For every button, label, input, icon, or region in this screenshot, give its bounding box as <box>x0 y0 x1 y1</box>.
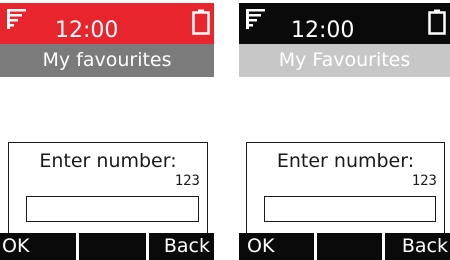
number-input-field[interactable] <box>26 196 199 222</box>
phone-screen-red: 12:00 My favourites Enter number: 123 OK… <box>0 3 214 260</box>
back-softkey[interactable]: Back <box>149 233 214 260</box>
middle-softkey[interactable] <box>317 233 382 260</box>
clock: 12:00 <box>291 18 355 43</box>
middle-softkey[interactable] <box>79 233 146 260</box>
phone-screen-black: 12:00 My Favourites Enter number: 123 OK… <box>239 3 450 260</box>
signal-strength-icon <box>7 9 26 29</box>
ok-softkey[interactable]: OK <box>239 233 314 260</box>
battery-icon <box>428 9 446 35</box>
status-bar: 12:00 <box>0 3 214 44</box>
back-softkey[interactable]: Back <box>385 233 450 260</box>
page-title: My favourites <box>0 44 214 77</box>
number-input-field[interactable] <box>264 196 436 222</box>
status-bar: 12:00 <box>239 3 450 44</box>
entered-number: 123 <box>411 173 437 189</box>
entered-number: 123 <box>174 173 200 189</box>
page-title: My Favourites <box>239 44 450 77</box>
dialog-prompt: Enter number: <box>39 150 177 172</box>
softkey-bar: OK Back <box>239 233 450 260</box>
clock: 12:00 <box>55 18 119 43</box>
dialog-prompt: Enter number: <box>276 150 415 172</box>
ok-softkey[interactable]: OK <box>0 233 76 260</box>
battery-icon <box>192 9 210 35</box>
enter-number-dialog: Enter number: 123 <box>8 142 208 235</box>
softkey-bar: OK Back <box>0 233 214 260</box>
signal-strength-icon <box>246 9 265 29</box>
enter-number-dialog: Enter number: 123 <box>246 142 445 235</box>
